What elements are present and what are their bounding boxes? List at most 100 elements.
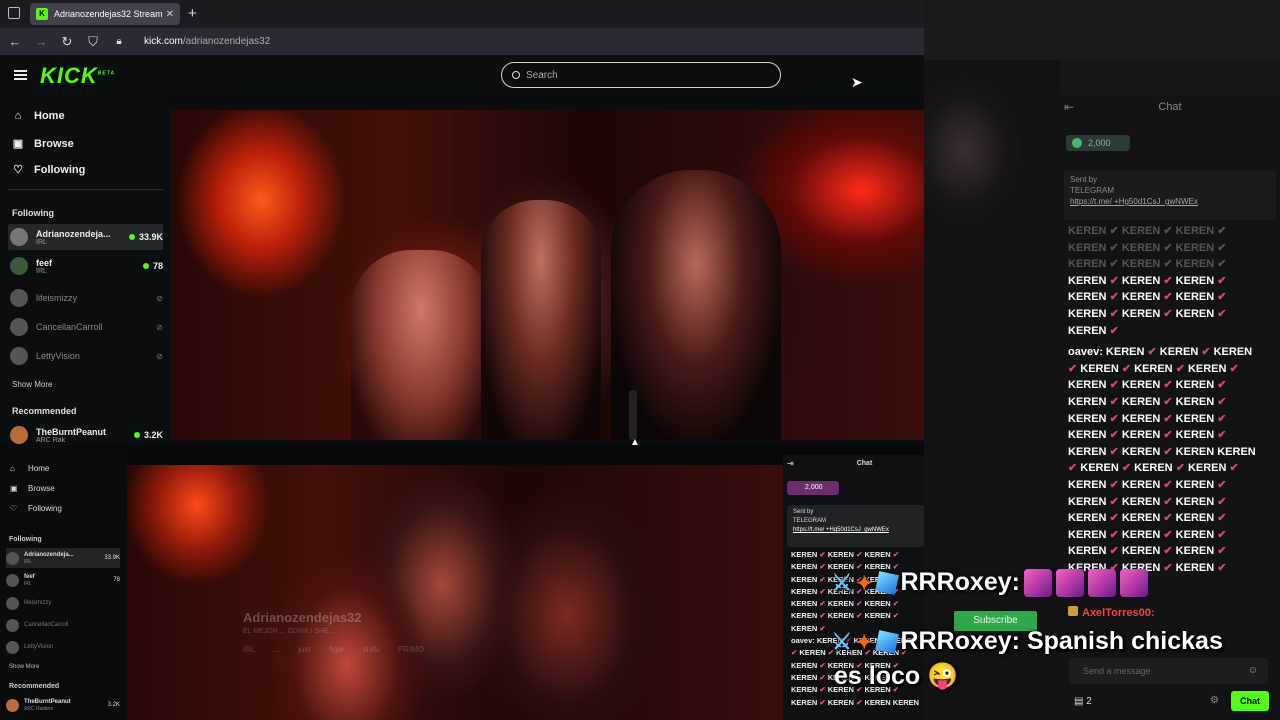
channel-item[interactable]: LettyVision ⊘ <box>8 343 163 369</box>
embed-chat-title: Chat <box>856 460 873 467</box>
chat-message: ✔ KEREN ✔ KEREN ✔ KEREN ✔ <box>1068 462 1239 475</box>
browser-navbar: ← → ↻ ⛉ 🔒︎ kick.com/adrianozendejas32 <box>0 28 924 55</box>
emoji-icon[interactable]: ☺ <box>1248 658 1258 684</box>
channel-name: CancellanCarroll <box>24 621 69 628</box>
chat-messages: KEREN ✔ KEREN ✔ KEREN ✔ KEREN ✔ KEREN ✔ K… <box>1068 223 1278 576</box>
tts-emoji: 😜 <box>927 662 959 690</box>
embed-nav-label: Home <box>28 464 50 473</box>
channel-name: CancellanCarroll <box>36 322 103 332</box>
address-bar[interactable]: kick.com/adrianozendejas32 <box>144 36 270 47</box>
channel-name: Adrianozendeja... <box>24 551 74 558</box>
ghost-tags: IRL ... just figar shifu PRIMO <box>243 645 425 654</box>
sidebar-item-label: Home <box>34 110 65 122</box>
kick-logo[interactable]: KICKBETA <box>40 63 115 89</box>
shield-icon[interactable]: ⛉ <box>82 34 104 50</box>
site-header: KICKBETA Search <box>0 55 924 97</box>
tab-list-icon[interactable] <box>8 7 20 19</box>
chat-message: KEREN ✔ <box>1068 324 1119 337</box>
channel-name: TheBurntPeanut <box>36 426 107 437</box>
reload-icon[interactable]: ↻ <box>56 34 78 50</box>
browser-tab[interactable]: K Adrianozendejas32 Stream ✕ <box>30 3 180 25</box>
collapse-chat-icon: ⇥ <box>787 459 794 468</box>
forward-icon[interactable]: → <box>30 34 52 49</box>
channel-points[interactable]: ▤ 2 <box>1074 696 1092 707</box>
embedded-sidebar: ⌂ Home ▣ Browse ♡ Following Following Adria… <box>0 445 127 720</box>
pinned-sent-by: Sent by <box>1070 175 1098 184</box>
emote-icon <box>1023 569 1052 598</box>
avatar <box>6 551 19 565</box>
search-icon <box>512 71 520 79</box>
embed-nav-following: ♡ Following <box>10 504 62 513</box>
chat-message: KEREN ✔ KEREN ✔ KEREN ✔ <box>1068 395 1227 408</box>
viewer-count: 3.2K <box>107 702 120 708</box>
embed-following-heading: Following <box>9 536 42 543</box>
live-dot-icon <box>133 432 140 438</box>
tts-alert-line: es loco 😜 <box>834 662 958 691</box>
chat-message: KEREN ✔ KEREN ✔ KEREN ✔ <box>1068 429 1227 442</box>
pinned-link[interactable]: https://t.me/ +Hg50d1CsJ_gwNWEx <box>1070 196 1270 207</box>
embed-show-more: Show More <box>9 664 40 670</box>
avatar <box>6 640 19 654</box>
avatar <box>10 289 28 307</box>
badge-icon <box>1068 606 1078 616</box>
emote-icon <box>1119 569 1148 598</box>
sword-icon: ⚔ <box>832 570 852 595</box>
avatar <box>6 596 19 610</box>
embed-channel-item: feef IRL 78 <box>6 570 120 590</box>
chat-username[interactable]: oavev: <box>1068 346 1106 358</box>
channel-item[interactable]: lifeismizzy ⊘ <box>8 285 163 311</box>
show-more-link[interactable]: Show More <box>12 380 52 389</box>
chat-message: oavev: KEREN ✔ KEREN ✔ KEREN <box>1068 346 1253 359</box>
channel-category: IRL <box>36 267 47 275</box>
chat-message: KEREN ✔ KEREN ✔ KEREN ✔ <box>1068 379 1227 392</box>
chat-message: KEREN ✔ KEREN ✔ KEREN ✔ <box>1068 412 1227 425</box>
channel-item[interactable]: feef IRL 78 <box>8 253 163 279</box>
send-message-placeholder: Send a message <box>1083 666 1151 676</box>
send-message-input[interactable]: Send a message ☺ <box>1069 658 1268 684</box>
following-heading: Following <box>12 208 54 218</box>
embed-recommended-heading: Recommended <box>9 683 60 690</box>
search-input[interactable]: Search <box>501 62 781 88</box>
chat-username[interactable]: AxelTorres00: <box>1068 606 1155 619</box>
live-dot-icon <box>142 263 149 269</box>
avatar <box>10 257 28 275</box>
avatar <box>6 573 19 587</box>
menu-icon[interactable] <box>14 70 27 80</box>
tts-message: es loco <box>834 662 921 690</box>
embed-chat-header: ⇥ Chat <box>783 455 946 473</box>
avatar <box>10 426 28 444</box>
close-tab-icon[interactable]: ✕ <box>166 9 174 20</box>
embed-channel-item: lifeismizzy <box>6 593 120 613</box>
embed-chat-message: KEREN ✔ KEREN ✔ KEREN KEREN <box>791 697 920 707</box>
channel-name: lifeismizzy <box>24 599 52 606</box>
embed-pinned-sent-by: Sent by <box>793 509 814 515</box>
embed-chat-message: KEREN ✔ KEREN ✔ KEREN ✔ <box>791 550 900 559</box>
channel-name: feef <box>36 257 53 268</box>
channel-item[interactable]: Adrianozendeja... IRL 33.9K <box>8 224 163 250</box>
channel-category: IRL <box>36 238 47 246</box>
channel-item[interactable]: CancellanCarroll ⊘ <box>8 314 163 340</box>
embed-pinned-link: https://t.me/ +Hg50d1CsJ_gwNWEx <box>793 527 889 533</box>
cube-icon <box>874 630 899 655</box>
new-tab-button[interactable]: + <box>188 5 197 22</box>
embed-channel-item: TheBurntPeanut ARC Raiders 3.2K <box>6 695 120 715</box>
sidebar-item-following[interactable]: ♡ Following <box>12 163 85 177</box>
offline-icon: ⊘ <box>156 322 163 332</box>
embed-nav-label: Browse <box>28 484 55 493</box>
embed-pinned-telegram: TELEGRAM <box>793 518 827 524</box>
chat-send-button[interactable]: Chat <box>1231 691 1269 711</box>
pinned-message: Sent by TELEGRAM https://t.me/ +Hg50d1Cs… <box>1064 170 1276 220</box>
chat-message: KEREN ✔ KEREN ✔ KEREN ✔ <box>1068 512 1227 525</box>
mouse-cursor-icon: ➤ <box>851 74 863 90</box>
sidebar-item-browse[interactable]: ▣ Browse <box>12 137 74 151</box>
channel-category: IRL <box>24 558 32 565</box>
lock-icon[interactable]: 🔒︎ <box>108 36 130 47</box>
sidebar-item-home[interactable]: ⌂ Home <box>12 110 65 122</box>
back-icon[interactable]: ← <box>4 34 26 49</box>
gear-icon[interactable]: ⚙ <box>1210 695 1219 706</box>
avatar <box>10 347 28 365</box>
cube-icon <box>874 571 899 596</box>
embed-channel-item: CancellanCarroll <box>6 615 120 635</box>
points-pill[interactable]: 2,000 <box>1066 135 1130 151</box>
video-player[interactable] <box>171 110 924 440</box>
